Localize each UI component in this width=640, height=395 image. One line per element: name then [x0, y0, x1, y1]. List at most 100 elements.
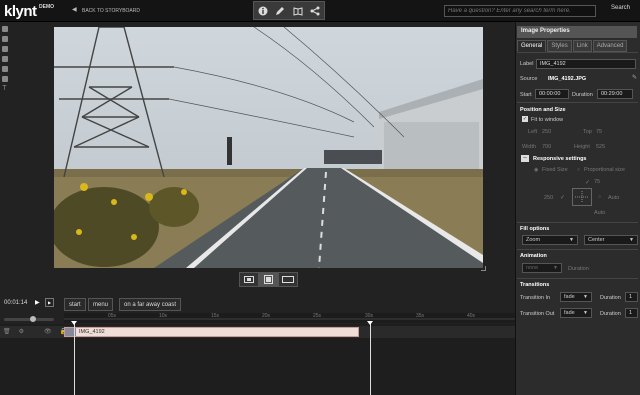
book-icon[interactable] — [292, 5, 304, 17]
playhead[interactable] — [74, 322, 75, 395]
video-icon[interactable] — [1, 36, 8, 42]
divider — [517, 249, 638, 250]
resize-handle[interactable] — [481, 266, 486, 271]
left-value[interactable]: 250 — [542, 129, 551, 135]
gear-icon[interactable]: ⚙ — [19, 328, 24, 335]
fill-options-heading: Fill options — [520, 226, 550, 232]
trash-icon[interactable]: 🗑 — [3, 328, 11, 335]
sequence-title-button[interactable]: on a far away coast — [119, 298, 182, 311]
text-icon[interactable]: T — [2, 85, 8, 92]
transitions-heading: Transitions — [520, 282, 550, 288]
tab-general[interactable]: General — [517, 40, 547, 52]
chevron-down-icon: ▼ — [553, 265, 558, 271]
pencil-icon[interactable] — [274, 5, 286, 17]
height-value[interactable]: 525 — [596, 144, 605, 150]
animation-value: none — [526, 265, 539, 271]
anchor-box[interactable] — [572, 188, 592, 206]
timeline-ruler[interactable] — [64, 313, 515, 323]
transition-in-select[interactable]: fade ▼ — [560, 292, 592, 302]
info-icon[interactable] — [257, 5, 269, 17]
image-clip[interactable]: IMG_4192 — [64, 327, 359, 337]
track-header: 🗑 ⚙ 👁 🔒 — [0, 328, 67, 335]
start-button[interactable]: start — [64, 298, 86, 311]
search-input[interactable] — [444, 5, 596, 17]
start-field[interactable]: 00:00:00 — [535, 89, 569, 99]
tick-label: 40s — [467, 313, 476, 319]
transition-in-value: fade — [564, 294, 575, 300]
animation-heading: Animation — [520, 253, 547, 259]
timecode: 00:01:14 — [4, 300, 28, 306]
fill-mode-select[interactable]: Zoom ▼ — [522, 235, 578, 245]
divider — [517, 52, 638, 53]
fit-to-window-checkbox[interactable]: ✓ — [522, 116, 528, 122]
tick-label: 15s — [211, 313, 220, 319]
play-icon[interactable]: ▶ — [35, 299, 40, 306]
animation-duration-label: Duration — [568, 266, 589, 272]
tab-advanced[interactable]: Advanced — [592, 40, 628, 52]
top-value[interactable]: 75 — [596, 129, 602, 135]
back-to-storyboard-link[interactable]: BACK TO STORYBOARD — [82, 8, 140, 14]
demo-badge: DEMO — [39, 4, 54, 10]
source-label: Source — [520, 76, 538, 82]
fill-align-value: Center — [588, 237, 605, 243]
menu-button[interactable]: menu — [88, 298, 114, 311]
end-marker-head[interactable] — [367, 321, 373, 325]
aspect-16x9-button[interactable] — [240, 273, 260, 286]
fill-mode-value: Zoom — [526, 237, 541, 243]
label-field[interactable]: IMG_4192 — [536, 59, 636, 69]
tab-styles[interactable]: Styles — [547, 40, 572, 52]
source-value[interactable]: IMG_4192.JPG — [548, 76, 586, 82]
fixed-size-radio[interactable]: ◉ — [534, 167, 538, 173]
edit-source-icon[interactable]: ✎ — [632, 74, 637, 81]
audio-icon[interactable] — [1, 66, 8, 72]
chevron-down-icon: ▼ — [569, 237, 574, 243]
divider — [517, 102, 638, 103]
transition-out-select[interactable]: fade ▼ — [560, 308, 592, 318]
proportional-value[interactable]: 75 — [594, 179, 600, 185]
tab-link[interactable]: Link — [572, 40, 592, 52]
tick-label: 35s — [416, 313, 425, 319]
grid-icon[interactable] — [1, 26, 8, 32]
anchor-auto-right[interactable]: Auto — [608, 195, 619, 201]
transition-out-duration-field[interactable]: 1 — [625, 308, 638, 318]
anchor-right-radio[interactable]: ○ — [598, 194, 601, 200]
zoom-slider-knob[interactable] — [30, 316, 36, 322]
panel-tabs: General Styles Link Advanced — [517, 40, 628, 52]
divider — [517, 278, 638, 279]
transition-out-value: fade — [564, 310, 575, 316]
link-icon[interactable] — [1, 76, 8, 82]
transition-out-label: Transition Out — [520, 311, 555, 317]
collapse-responsive-button[interactable]: – — [521, 155, 529, 162]
playhead-marker[interactable] — [71, 321, 77, 325]
music-icon[interactable] — [1, 56, 8, 62]
next-frame-icon[interactable]: ▶ — [45, 298, 54, 307]
anchor-left-check[interactable]: ✓ — [560, 194, 565, 201]
timeline-zoom-slider[interactable] — [4, 318, 54, 321]
proportional-size-radio[interactable]: ○ — [577, 167, 580, 173]
transition-in-duration-field[interactable]: 1 — [625, 292, 638, 302]
search-button[interactable]: Search — [611, 5, 630, 11]
transition-in-duration-label: Duration — [600, 295, 621, 301]
anchor-left-value[interactable]: 250 — [544, 195, 553, 201]
chevron-down-icon: ▼ — [629, 237, 634, 243]
eye-icon[interactable]: 👁 — [44, 328, 52, 335]
chevron-down-icon: ▼ — [583, 294, 588, 300]
share-icon[interactable] — [309, 5, 321, 17]
end-marker[interactable] — [370, 322, 371, 395]
app-logo[interactable]: klynt — [4, 3, 37, 20]
fill-align-select[interactable]: Center ▼ — [584, 235, 638, 245]
chevron-down-icon: ▼ — [583, 310, 588, 316]
animation-select[interactable]: none ▼ — [522, 263, 562, 273]
anchor-auto-bottom[interactable]: Auto — [594, 210, 605, 216]
tick-label: 20s — [262, 313, 271, 319]
aspect-wide-button[interactable] — [279, 273, 297, 286]
position-size-heading: Position and Size — [520, 107, 566, 113]
back-arrow-icon[interactable]: ◀ — [72, 6, 77, 13]
width-value[interactable]: 700 — [542, 144, 551, 150]
image-preview[interactable] — [54, 27, 483, 268]
duration-field[interactable]: 00:29:00 — [597, 89, 633, 99]
aspect-4x3-button[interactable] — [259, 273, 279, 286]
proportional-checkbox[interactable]: ✓ — [585, 179, 590, 186]
image-icon[interactable] — [1, 46, 8, 52]
media-sidebar: T — [0, 24, 9, 114]
